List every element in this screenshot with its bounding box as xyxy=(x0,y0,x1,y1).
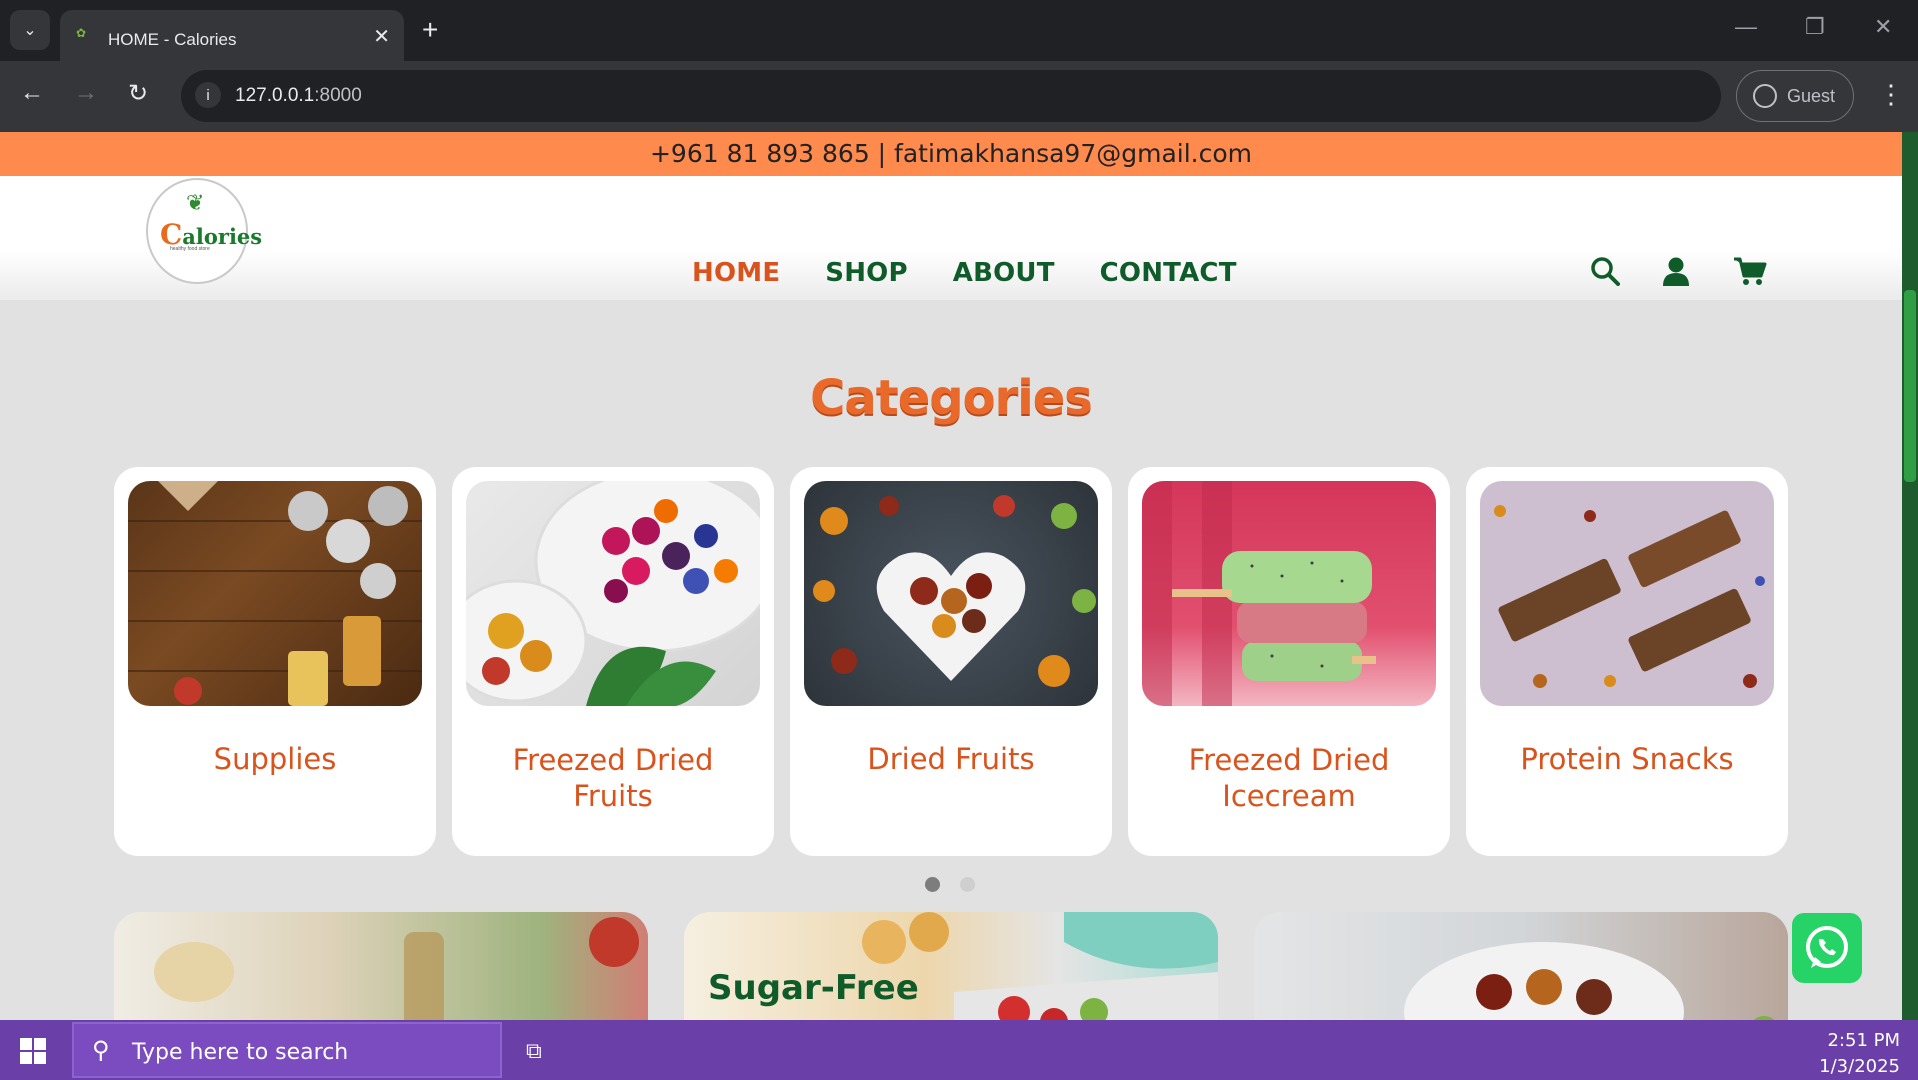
contact-bar: +961 81 893 865 | fatimakhansa97@gmail.c… xyxy=(0,132,1902,176)
close-tab-icon[interactable]: ✕ xyxy=(373,24,390,49)
new-tab-button[interactable]: + xyxy=(422,14,438,46)
nav-home[interactable]: HOME xyxy=(692,258,780,288)
taskbar-search[interactable]: ⚲ Type here to search xyxy=(72,1022,502,1078)
scrollbar-thumb[interactable] xyxy=(1904,290,1916,482)
category-label: Dried Fruits xyxy=(790,741,1112,777)
browser-menu-icon[interactable]: ⋮ xyxy=(1878,79,1904,110)
categories-heading: Categories xyxy=(810,370,1093,426)
site-info-icon[interactable]: i xyxy=(195,82,221,108)
nav-about[interactable]: ABOUT xyxy=(953,258,1055,288)
freezed-dried-fruits-image xyxy=(466,481,760,706)
category-card-protein-snacks[interactable]: Protein Snacks xyxy=(1466,467,1788,856)
close-window-icon[interactable]: ✕ xyxy=(1874,14,1892,40)
browser-toolbar: ← → ↻ i 127.0.0.1:8000 Guest ⋮ xyxy=(0,61,1918,132)
category-card-freezed-dried-icecream[interactable]: Freezed Dried Icecream xyxy=(1128,467,1450,856)
category-card-supplies[interactable]: Supplies xyxy=(114,467,436,856)
user-icon[interactable] xyxy=(1661,256,1691,291)
search-icon: ⚲ xyxy=(92,1037,110,1064)
system-clock[interactable]: 2:51 PM 1/3/2025 xyxy=(1819,1028,1900,1080)
category-label-line2: Icecream xyxy=(1222,779,1356,813)
taskbar-search-placeholder: Type here to search xyxy=(132,1040,349,1065)
search-icon[interactable] xyxy=(1590,256,1620,291)
nav-contact[interactable]: CONTACT xyxy=(1100,258,1237,288)
category-label-line1: Protein Snacks xyxy=(1520,742,1734,776)
page-scrollbar[interactable] xyxy=(1902,132,1918,1020)
tab-search-button[interactable]: ⌄ xyxy=(10,10,50,50)
category-card-freezed-dried-fruits[interactable]: Freezed Dried Fruits xyxy=(452,467,774,856)
protein-snacks-image xyxy=(1480,481,1774,706)
promo-title: Sugar-Free xyxy=(708,968,919,1008)
clock-date: 1/3/2025 xyxy=(1819,1056,1900,1077)
category-label: Freezed Dried Icecream xyxy=(1128,742,1450,814)
reload-icon[interactable]: ↻ xyxy=(128,79,148,108)
site-logo[interactable]: ❦ Calories healthy food store xyxy=(146,178,262,284)
whatsapp-button[interactable] xyxy=(1792,913,1862,983)
main-nav: HOME SHOP ABOUT CONTACT xyxy=(692,258,1237,288)
category-label-line1: Supplies xyxy=(213,742,337,776)
url-host: 127.0.0.1 xyxy=(235,85,315,106)
category-label-line1: Freezed Dried xyxy=(1188,743,1390,777)
os-taskbar: ⚲ Type here to search ⧉ 2:51 PM 1/3/2025 xyxy=(0,1020,1918,1080)
dried-fruits-image xyxy=(804,481,1098,706)
category-label: Protein Snacks xyxy=(1466,741,1788,777)
favicon-icon: ✿ xyxy=(76,26,87,40)
category-label-line1: Freezed Dried xyxy=(512,743,714,777)
category-label: Supplies xyxy=(114,741,436,777)
category-card-dried-fruits[interactable]: Dried Fruits xyxy=(790,467,1112,856)
category-carousel: Supplies Freezed Dried Fruits Dried Fruit… xyxy=(114,467,1788,856)
url-port: :8000 xyxy=(314,85,362,106)
forward-icon[interactable]: → xyxy=(74,79,98,107)
category-label-line2: Fruits xyxy=(573,779,653,813)
carousel-dot-2[interactable] xyxy=(960,877,975,892)
profile-button[interactable]: Guest xyxy=(1736,70,1854,122)
freezed-dried-icecream-image xyxy=(1142,481,1436,706)
task-view-icon[interactable]: ⧉ xyxy=(526,1038,542,1064)
browser-tab[interactable]: ✿ HOME - Calories ✕ xyxy=(60,10,404,61)
carousel-dots xyxy=(925,877,975,892)
logo-tagline: healthy food store xyxy=(170,246,210,252)
whatsapp-icon xyxy=(1806,926,1848,968)
cart-icon[interactable] xyxy=(1733,256,1767,291)
category-label-line1: Dried Fruits xyxy=(867,742,1035,776)
clock-time: 2:51 PM xyxy=(1827,1030,1900,1051)
browser-tab-strip: ⌄ ✿ HOME - Calories ✕ + — ❐ ✕ xyxy=(0,0,1918,61)
supplies-image xyxy=(128,481,422,706)
profile-avatar-icon xyxy=(1753,84,1777,108)
leaf-icon: ❦ xyxy=(186,190,205,215)
windows-start-icon[interactable] xyxy=(20,1038,46,1064)
nav-shop[interactable]: SHOP xyxy=(825,258,907,288)
restore-icon[interactable]: ❐ xyxy=(1805,14,1825,40)
minimize-icon[interactable]: — xyxy=(1735,14,1757,40)
address-bar[interactable]: i 127.0.0.1:8000 xyxy=(181,70,1721,122)
tab-title: HOME - Calories xyxy=(108,30,237,49)
category-label: Freezed Dried Fruits xyxy=(452,742,774,814)
back-icon[interactable]: ← xyxy=(20,79,44,107)
profile-label: Guest xyxy=(1787,85,1836,106)
carousel-dot-1[interactable] xyxy=(925,877,940,892)
url-text[interactable]: 127.0.0.1:8000 xyxy=(235,85,362,107)
